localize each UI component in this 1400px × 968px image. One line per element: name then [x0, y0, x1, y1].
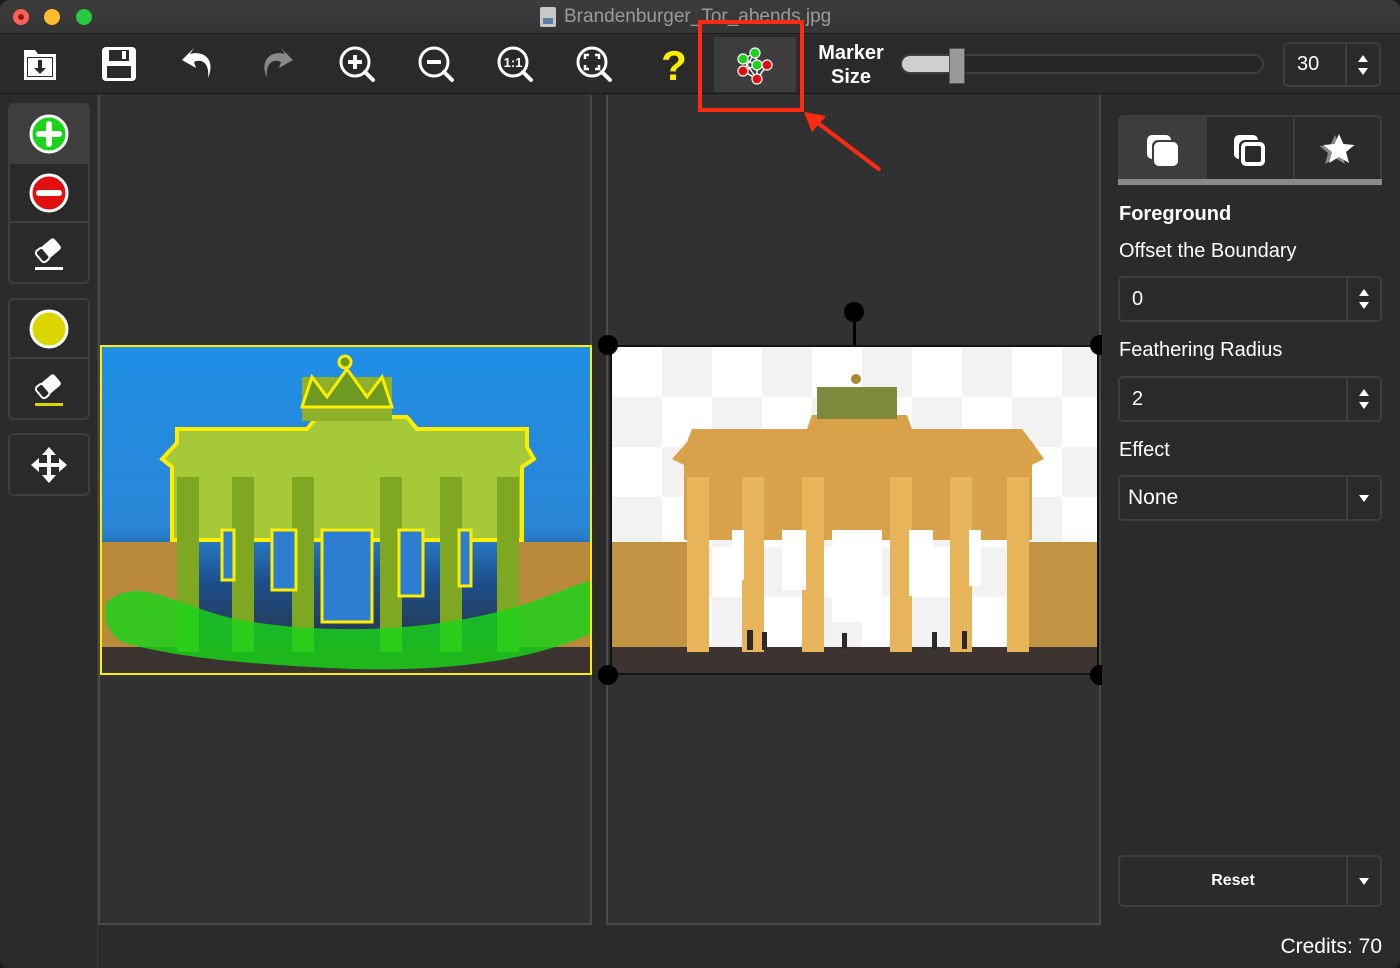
increment-icon[interactable] [1359, 289, 1369, 296]
tab-effects[interactable] [1295, 117, 1380, 185]
zoom-actual-size-button[interactable]: 1:1 [489, 39, 541, 89]
rotation-handle-line [853, 321, 856, 345]
reset-options-button[interactable] [1346, 857, 1380, 905]
redo-icon [264, 48, 293, 78]
marker-size-slider-thumb[interactable] [949, 48, 965, 84]
move-tool[interactable] [10, 435, 88, 494]
effect-label: Effect [1119, 439, 1170, 461]
marker-size-value[interactable]: 30 [1285, 44, 1345, 85]
open-button[interactable] [14, 39, 66, 89]
marker-tool-group [8, 103, 90, 284]
feathering-radius-value[interactable]: 2 [1120, 378, 1346, 420]
panel-tabs [1118, 115, 1382, 185]
zoom-actual-size-icon: 1:1 [497, 46, 533, 82]
eraser-yellow-icon [34, 373, 63, 406]
move-tool-group [8, 433, 90, 496]
chevron-down-icon [1359, 877, 1369, 885]
hair-tool-group [8, 298, 90, 420]
input-canvas[interactable] [98, 95, 592, 925]
credits-counter: Credits: 70 [1280, 935, 1382, 958]
help-button[interactable]: ? [648, 39, 700, 89]
resize-handle-top-left[interactable] [598, 335, 618, 355]
gate-photo-marked [102, 354, 590, 673]
tab-foreground[interactable] [1120, 117, 1208, 185]
marker-size-slider[interactable] [900, 48, 1264, 84]
increment-icon[interactable] [1358, 54, 1368, 62]
tab-background[interactable] [1207, 117, 1295, 185]
svg-text:1:1: 1:1 [504, 55, 523, 70]
eraser-icon [34, 237, 63, 270]
yellow-circle-icon [29, 309, 69, 348]
question-mark-icon: ? [661, 42, 687, 86]
zoom-fit-icon [576, 46, 612, 82]
move-arrows-icon [31, 446, 67, 483]
undo-button[interactable] [172, 39, 224, 89]
background-layers-icon [1233, 135, 1266, 167]
zoom-in-icon [339, 46, 375, 82]
close-window-button[interactable] [13, 9, 29, 25]
marker-size-stepper[interactable]: 30 [1283, 42, 1381, 87]
cutout-preview-image[interactable] [610, 345, 1099, 675]
chevron-down-icon [1359, 494, 1369, 502]
image-file-icon [540, 7, 556, 27]
resize-handle-bottom-left[interactable] [598, 665, 618, 685]
increment-icon[interactable] [1359, 389, 1369, 396]
minimize-window-button[interactable] [44, 9, 60, 25]
annotation-arrow [804, 112, 882, 172]
star-icon [1319, 134, 1355, 164]
effect-dropdown[interactable]: None [1118, 475, 1382, 521]
offset-boundary-stepper[interactable]: 0 [1118, 276, 1382, 322]
minus-circle-icon [29, 173, 69, 212]
redo-button[interactable] [251, 39, 303, 89]
effect-value: None [1128, 486, 1179, 509]
reset-label: Reset [1211, 872, 1255, 889]
svg-text:?: ? [661, 42, 687, 86]
feathering-radius-stepper[interactable]: 2 [1118, 376, 1382, 422]
remove-background-tool[interactable] [10, 164, 88, 223]
save-button[interactable] [93, 39, 145, 89]
marker-size-slider-fill [902, 56, 953, 72]
offset-boundary-label: Offset the Boundary [1119, 240, 1297, 262]
plus-circle-icon [29, 114, 69, 153]
tool-palette [0, 95, 98, 968]
add-foreground-tool[interactable] [10, 105, 88, 164]
section-title: Foreground [1119, 203, 1232, 225]
rotation-handle[interactable] [844, 302, 864, 322]
zoom-out-icon [418, 46, 454, 82]
feathering-radius-label: Feathering Radius [1119, 339, 1283, 361]
decrement-icon[interactable] [1358, 67, 1368, 75]
hair-eraser-tool[interactable] [10, 359, 88, 418]
offset-boundary-value[interactable]: 0 [1120, 278, 1346, 320]
eraser-tool[interactable] [10, 223, 88, 282]
tab-underline [1118, 179, 1382, 185]
zoom-fit-button[interactable] [568, 39, 620, 89]
properties-panel: Foreground Offset the Boundary 0 Feather… [1102, 95, 1400, 968]
zoom-out-button[interactable] [410, 39, 462, 89]
hair-brush-tool[interactable] [10, 300, 88, 359]
floppy-disk-icon [102, 47, 136, 81]
maximize-window-button[interactable] [76, 9, 92, 25]
folder-download-icon [24, 50, 56, 80]
decrement-icon[interactable] [1359, 402, 1369, 409]
foreground-layers-icon [1146, 135, 1179, 167]
preview-canvas[interactable] [598, 95, 1110, 925]
annotation-highlight-box [698, 20, 804, 112]
decrement-icon[interactable] [1359, 302, 1369, 309]
marker-size-label: Marker Size [818, 42, 884, 88]
gate-cutout [612, 374, 1097, 673]
source-image-with-markers[interactable] [100, 345, 592, 675]
zoom-in-button[interactable] [331, 39, 383, 89]
reset-button[interactable]: Reset [1118, 855, 1382, 907]
app-window: Brandenburger_Tor_abends.jpg 1:1 ? Marke… [0, 0, 1400, 968]
undo-icon [182, 48, 211, 78]
